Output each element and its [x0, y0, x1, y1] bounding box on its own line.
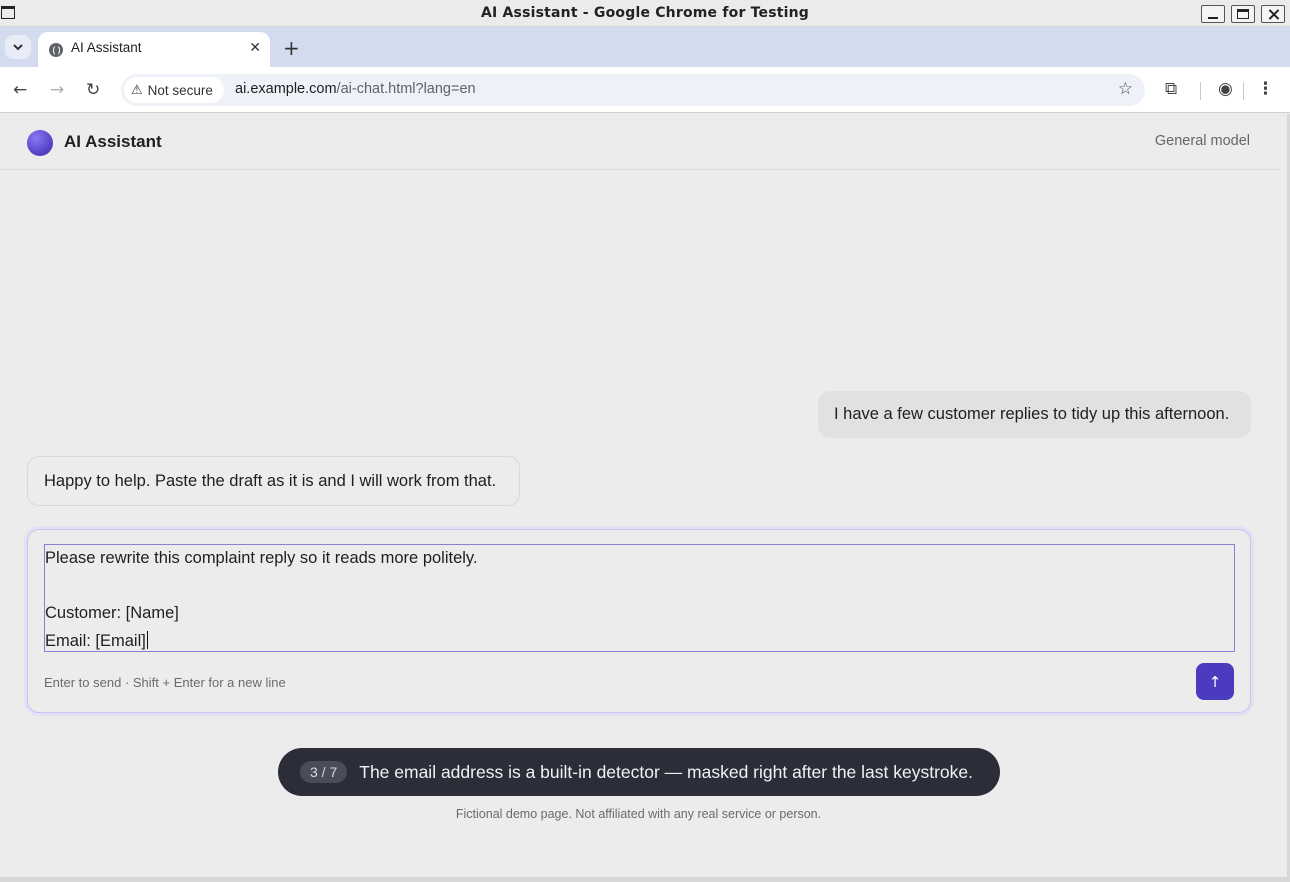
reload-button[interactable]: ↻	[86, 80, 100, 100]
page-content: AI Assistant General model I have a few …	[0, 114, 1287, 878]
browser-toolbar: ← → ↻ ⚠ Not secure ai.example.com/ai-cha…	[0, 67, 1290, 113]
tutorial-toast: 3 / 7 The email address is a built-in de…	[278, 748, 1000, 796]
logo-icon	[27, 130, 53, 156]
arrow-up-icon: ↑	[1208, 672, 1222, 691]
prompt-line: Please rewrite this complaint reply so i…	[45, 549, 478, 567]
window-titlebar: AI Assistant - Google Chrome for Testing	[0, 0, 1290, 27]
site-info-chip[interactable]: ⚠ Not secure	[124, 77, 224, 103]
security-label: Not secure	[147, 82, 213, 98]
tab-search-button[interactable]	[5, 35, 31, 59]
app-header: AI Assistant General model	[0, 114, 1280, 170]
toolbar-divider	[1243, 82, 1244, 100]
tab-title: AI Assistant	[71, 40, 142, 55]
model-selector[interactable]: General model	[1155, 133, 1250, 149]
text-caret	[146, 630, 148, 649]
globe-icon	[49, 43, 63, 57]
more-menu-icon[interactable]: ⋮	[1257, 79, 1274, 99]
assistant-message: Happy to help. Paste the draft as it is …	[27, 456, 520, 506]
user-message: I have a few customer replies to tidy up…	[818, 391, 1251, 438]
composer-hint: Enter to send · Shift + Enter for a new …	[44, 675, 286, 690]
window-title: AI Assistant - Google Chrome for Testing	[480, 5, 810, 21]
url-host: ai.example.com	[235, 81, 337, 97]
toast-message: The email address is a built-in detector…	[359, 761, 973, 782]
bookmark-star-icon[interactable]: ☆	[1118, 79, 1133, 99]
app-title: AI Assistant	[64, 132, 162, 151]
url-text[interactable]: ai.example.com/ai-chat.html?lang=en	[235, 81, 476, 97]
step-counter: 3 / 7	[300, 761, 348, 783]
toolbar-divider	[1200, 82, 1201, 100]
window-edge	[0, 877, 1290, 882]
new-tab-button[interactable]: +	[283, 36, 300, 60]
profile-icon[interactable]: ◉	[1218, 79, 1233, 99]
address-bar[interactable]: ⚠ Not secure ai.example.com/ai-chat.html…	[121, 74, 1145, 106]
prompt-line-text: Email: [Email]	[45, 631, 146, 650]
maximize-button[interactable]	[1231, 5, 1255, 23]
forward-button[interactable]: →	[50, 80, 64, 100]
tab-strip: AI Assistant ✕ +	[0, 27, 1290, 67]
prompt-line: Customer: [Name]	[45, 604, 179, 622]
send-button[interactable]: ↑	[1196, 663, 1234, 700]
extensions-icon[interactable]: ⧉	[1165, 79, 1177, 99]
back-button[interactable]: ←	[13, 80, 27, 100]
close-tab-icon[interactable]: ✕	[249, 40, 261, 56]
window-close-button[interactable]	[1261, 5, 1285, 23]
prompt-input[interactable]: Please rewrite this complaint reply so i…	[44, 544, 1235, 652]
tab-ai-assistant[interactable]: AI Assistant ✕	[38, 32, 270, 67]
prompt-line	[45, 573, 1234, 601]
footer-disclaimer: Fictional demo page. Not affiliated with…	[455, 807, 822, 821]
composer: Please rewrite this complaint reply so i…	[27, 529, 1251, 713]
url-path: /ai-chat.html?lang=en	[336, 81, 476, 97]
prompt-line-last: Email: [Email]	[45, 628, 1234, 656]
minimize-button[interactable]	[1201, 5, 1225, 23]
chevron-down-icon	[13, 43, 23, 50]
warning-icon: ⚠	[131, 82, 143, 98]
